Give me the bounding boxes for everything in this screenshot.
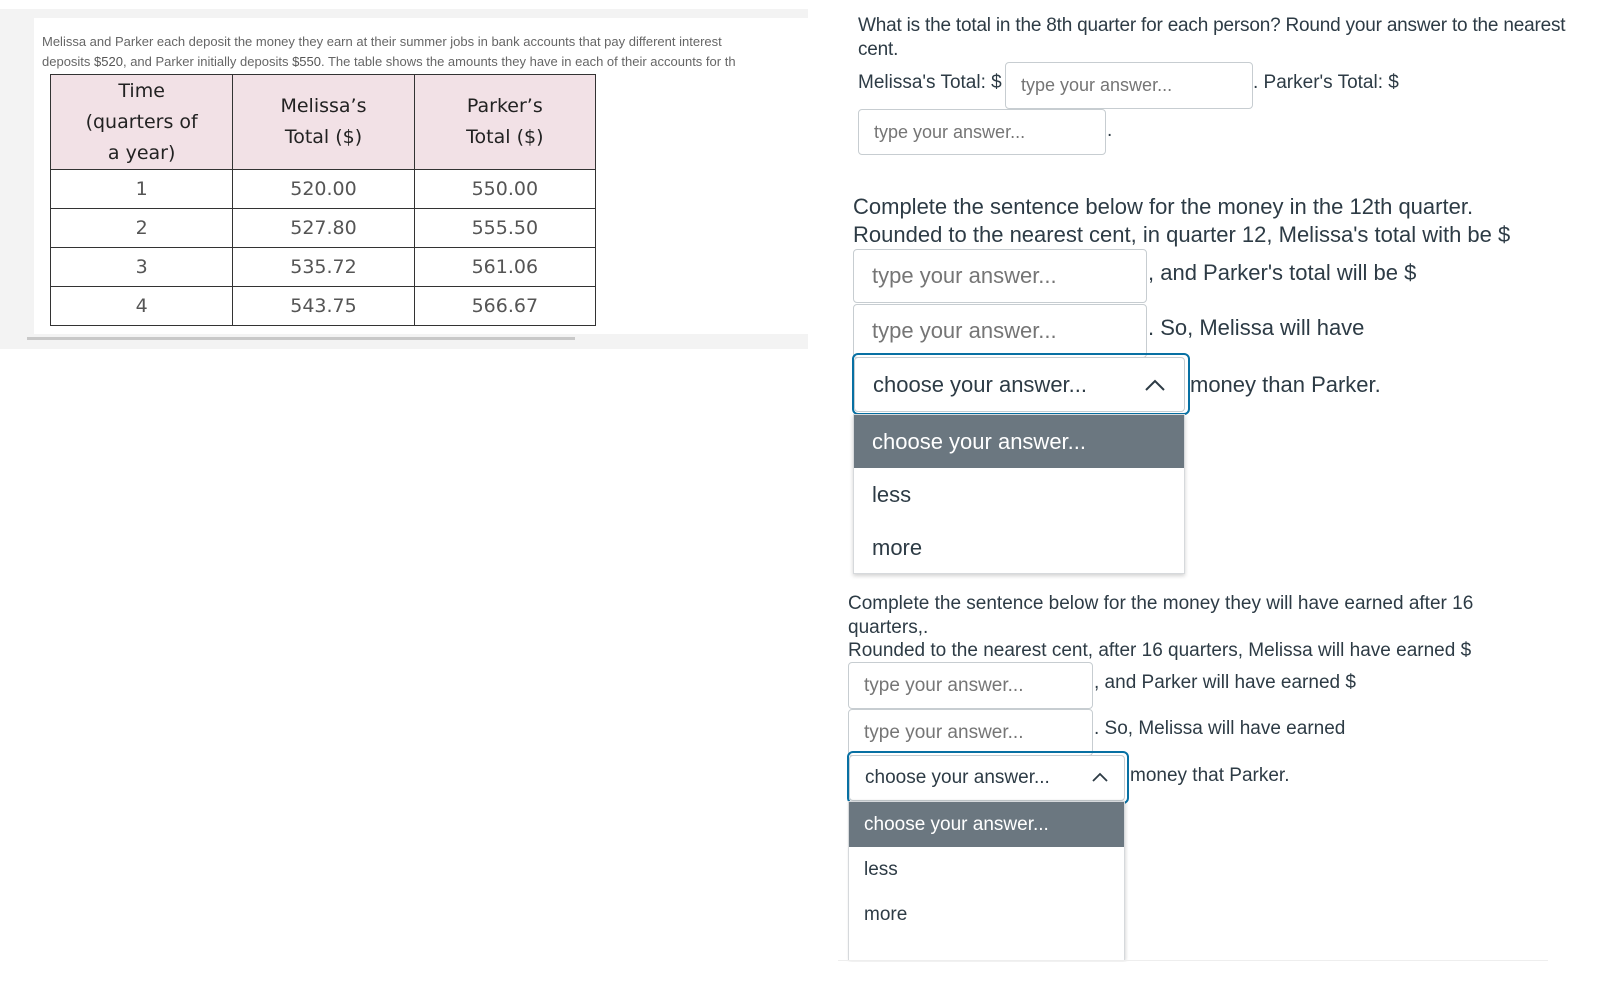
- question-1-melissa-input[interactable]: [1005, 62, 1253, 109]
- divider: [838, 960, 1548, 961]
- question-3-line-1b: quarters,.: [848, 616, 929, 638]
- question-3-select[interactable]: choose your answer...: [849, 755, 1125, 801]
- question-3-select-value: choose your answer...: [865, 767, 1050, 788]
- question-2-option-more[interactable]: more: [854, 521, 1184, 574]
- question-1-prompt: What is the total in the 8th quarter for…: [858, 15, 1566, 60]
- passage-line-2-suffix: . The table shows the amounts they have …: [320, 54, 736, 69]
- question-2-prompt: Complete the sentence below for the mone…: [853, 193, 1611, 249]
- header-parker-line: Parker’s: [466, 95, 543, 117]
- question-3-parker-input[interactable]: [848, 709, 1093, 756]
- question-3-after-input-1: , and Parker will have earned $: [1094, 672, 1356, 693]
- chevron-up-icon: [1144, 372, 1166, 398]
- passage-line-2-prefix: deposits: [42, 54, 95, 69]
- table-row: 4 543.75 566.67: [49, 286, 597, 326]
- cell-melissa: 527.80: [232, 208, 415, 248]
- question-2-after-select: money than Parker.: [1190, 372, 1381, 397]
- question-2-line-1: Complete the sentence below for the mone…: [853, 194, 1474, 219]
- table-row: 1 520.00 550.00: [49, 169, 597, 209]
- question-3-line-1: Complete the sentence below for the mone…: [848, 593, 1474, 614]
- question-2-select-value: choose your answer...: [873, 371, 1088, 397]
- table-row: 2 527.80 555.50: [49, 208, 597, 248]
- question-2-parker-input[interactable]: [853, 304, 1147, 358]
- passage-card: Melissa and Parker each deposit the mone…: [34, 18, 808, 334]
- cell-parker: 555.50: [413, 208, 597, 248]
- question-2-select[interactable]: choose your answer...: [854, 357, 1185, 412]
- cell-parker: 550.00: [413, 169, 597, 209]
- cell-parker: 566.67: [413, 286, 597, 326]
- page-bottom-area: [0, 962, 1611, 1006]
- header-time-line: Time: [118, 79, 165, 102]
- header-parker-total: Parker’s Total ($): [413, 74, 597, 170]
- question-2-after-input-2: . So, Melissa will have: [1148, 315, 1365, 340]
- question-2-dropdown-menu: choose your answer... less more: [853, 414, 1185, 574]
- horizontal-scrollbar[interactable]: [27, 337, 575, 340]
- header-melissa-total: Melissa’s Total ($): [232, 74, 415, 170]
- question-3-melissa-input[interactable]: [848, 662, 1093, 709]
- parker-deposit: $550: [292, 54, 321, 69]
- question-3-option-placeholder[interactable]: choose your answer...: [849, 802, 1124, 847]
- question-2-after-input-1: , and Parker's total will be $: [1148, 260, 1417, 285]
- question-2-option-placeholder[interactable]: choose your answer...: [854, 415, 1184, 468]
- question-3-after-input-2: . So, Melissa will have earned: [1094, 718, 1346, 739]
- header-melissa-line: Total ($): [284, 126, 363, 148]
- table-header-row: Time (quarters of a year) Melissa’s Tota…: [49, 74, 597, 170]
- question-1-parker-input[interactable]: [858, 109, 1106, 155]
- question-2-option-less[interactable]: less: [854, 468, 1184, 521]
- question-3-dropdown-menu: choose your answer... less more: [848, 801, 1125, 961]
- header-melissa-line: Melissa’s: [280, 95, 367, 117]
- question-2-line-2: Rounded to the nearest cent, in quarter …: [853, 222, 1511, 247]
- cell-melissa: 520.00: [232, 169, 415, 209]
- cell-melissa: 543.75: [232, 286, 415, 326]
- header-time-line: (quarters of: [85, 110, 198, 133]
- header-parker-line: Total ($): [466, 126, 544, 148]
- question-1-parker-label: . Parker's Total: $: [1253, 72, 1399, 93]
- passage-panel: Melissa and Parker each deposit the mone…: [0, 9, 808, 349]
- passage-text: Melissa and Parker each deposit the mone…: [42, 32, 808, 72]
- question-3-option-more[interactable]: more: [849, 892, 1124, 937]
- chevron-up-icon: [1091, 767, 1109, 789]
- cell-quarter: 3: [49, 247, 234, 287]
- header-time-line: a year): [107, 141, 176, 164]
- question-3-line-2: Rounded to the nearest cent, after 16 qu…: [848, 640, 1472, 661]
- question-1-end-period: .: [1107, 120, 1113, 141]
- passage-line-2: deposits $520, and Parker initially depo…: [42, 52, 808, 72]
- question-2-melissa-input[interactable]: [853, 249, 1147, 303]
- cell-parker: 561.06: [413, 247, 597, 287]
- question-3-option-less[interactable]: less: [849, 847, 1124, 892]
- cell-quarter: 1: [49, 169, 234, 209]
- question-1-melissa-label: Melissa's Total: $: [858, 72, 1002, 93]
- passage-line-1: Melissa and Parker each deposit the mone…: [42, 34, 722, 49]
- question-3-after-select: money that Parker.: [1130, 765, 1290, 786]
- question-3-prompt: Complete the sentence below for the mone…: [848, 592, 1548, 663]
- header-time: Time (quarters of a year): [49, 74, 234, 170]
- melissa-deposit: $520: [94, 54, 123, 69]
- passage-line-2-mid: , and Parker initially deposits: [122, 54, 293, 69]
- cell-quarter: 2: [49, 208, 234, 248]
- table-row: 3 535.72 561.06: [49, 247, 597, 287]
- cell-quarter: 4: [49, 286, 234, 326]
- cell-melissa: 535.72: [232, 247, 415, 287]
- balances-table: Time (quarters of a year) Melissa’s Tota…: [49, 74, 597, 326]
